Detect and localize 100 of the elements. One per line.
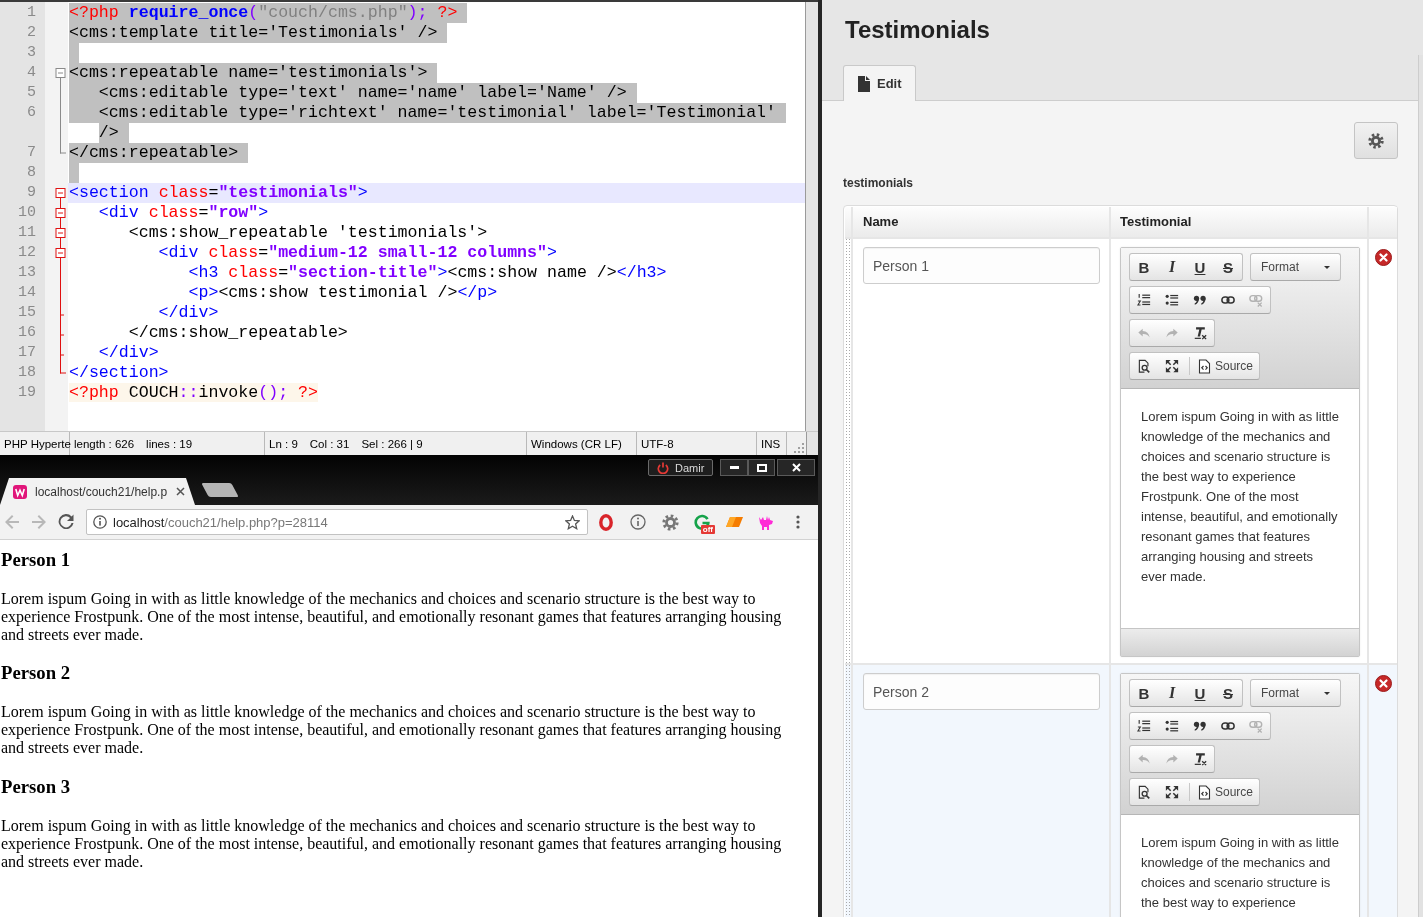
format-dropdown[interactable]: Format [1250,679,1341,707]
strikethrough-button[interactable]: S [1214,680,1242,706]
underline-button[interactable]: U [1186,680,1214,706]
rich-text-editor[interactable]: B I U S Format Source Lorem ispum Going in with as little knowledge of the mechanics and choices and scenario structure is the best way to experience [1120,673,1360,917]
code-line: <?php COUCH::invoke(); ?> [69,383,318,403]
fold-minus-icon[interactable] [55,203,66,223]
status-text: lines : 19 [146,437,193,450]
line-number: 14 [18,284,36,301]
testimonial-text: Lorem ispum Going in with as little knowledge of the mechanics and choices and scenario structure is the best way to experience Frostpunk. One of the most intense, beautiful, and emotionally resonant games that features arranging housing and streets ever made. [1141,408,1340,586]
status-text: INS [761,437,781,450]
bulleted-list-icon [1165,719,1179,733]
browser-tab[interactable]: localhost/couch21/help.p [0,478,195,505]
line-number: 8 [27,164,36,181]
close-button[interactable] [777,459,815,476]
status-text: Ln : 9 [269,437,298,450]
line-number: 11 [18,224,36,241]
rich-text-editor[interactable] [1120,247,1360,657]
page-heading: Person 1 [1,549,72,571]
reload-icon [58,514,74,530]
testimonial-text: Lorem ispum Going in with as little knowledge of the mechanics and choices and scenario structure is the best way to experience [1141,834,1340,912]
line-number: 15 [18,304,36,321]
code-line: </section> [69,363,169,383]
maximize-icon [1165,785,1179,799]
maximize-icon [756,463,767,472]
minimize-button[interactable] [720,459,748,476]
page-paragraph: Lorem ispum Going in with as little knowledge of the mechanics and choices and scenario structure is the best way to experience Frostpunk. One of the most intense, beautiful, and emotionally resonant games that features arranging housing and streets ever made. [1,589,783,644]
gear-icon[interactable] [661,513,679,531]
link-icon [1221,719,1235,733]
source-icon [1198,358,1211,374]
code-line: </div> [97,343,159,363]
remove-format-icon [1193,752,1207,766]
status-text: Col : 31 [309,437,350,450]
source-button[interactable]: Source [1193,779,1260,805]
line-number: 5 [27,84,36,101]
new-tab-button[interactable] [201,483,239,497]
delete-icon[interactable] [1375,675,1392,692]
delete-icon[interactable] [1375,249,1392,266]
preview-icon [1137,359,1151,373]
menu-icon[interactable] [796,515,800,529]
line-number: 18 [18,364,36,381]
resize-grip-icon[interactable] [794,443,804,453]
power-icon [657,461,669,474]
back-arrow-icon [4,514,20,530]
bookmark-star-icon[interactable] [565,514,580,530]
source-icon [1198,784,1211,800]
status-text: UTF-8 [641,437,674,450]
code-line: <h3 class="section-title"><cms:show name /></h3> [187,263,667,283]
address-bar[interactable]: localhost/couch21/help.php?p=28114 [86,509,588,535]
maximize-button[interactable] [748,459,775,476]
italic-button[interactable]: I [1158,254,1186,280]
caret-icon [1324,691,1330,695]
name-input[interactable]: Person 2 [863,673,1100,710]
edit-tab[interactable]: Edit [843,65,916,101]
italic-button[interactable]: I [1158,680,1186,706]
line-number: 12 [18,244,36,261]
line-number: 16 [18,324,36,341]
scrollbar[interactable] [1418,55,1423,917]
info-icon [93,515,107,529]
source-button[interactable]: Source [1193,353,1260,379]
code-line: <div class="row"> [97,203,269,223]
line-number: 6 [27,104,36,121]
fold-minus-icon[interactable] [55,68,66,83]
underline-button[interactable]: U [1186,254,1214,280]
ring-icon[interactable] [599,513,613,531]
numbered-list-icon [1137,293,1151,307]
strikethrough-button[interactable]: S [1214,254,1242,280]
drag-column-header [845,207,851,237]
link-icon [1221,293,1235,307]
close-icon[interactable] [176,487,185,496]
field-label: testimonials [843,176,915,190]
status-text: PHP Hyperte [4,437,71,450]
line-number: 2 [27,24,36,41]
status-text: Windows (CR LF) [531,437,622,450]
line-number: 7 [27,144,36,161]
drag-handle[interactable] [845,239,851,663]
forward-arrow-icon [31,514,47,530]
bold-button[interactable]: B [1130,254,1158,280]
fold-minus-icon[interactable] [55,223,66,243]
code-line: <cms:show_repeatable 'testimonials'> [127,223,488,243]
numbered-list-icon [1137,719,1151,733]
caret-icon [1324,265,1330,269]
line-number: 10 [18,204,36,221]
line-number: 13 [18,264,36,281]
format-dropdown[interactable]: Format [1250,253,1341,281]
bold-button[interactable]: B [1130,680,1158,706]
info-icon[interactable] [630,514,646,530]
name-input[interactable]: Person 1 [863,247,1100,284]
page-heading: Person 3 [1,775,72,798]
close-icon [791,463,801,472]
fold-minus-icon[interactable] [55,188,66,203]
unlink-icon [1249,719,1263,733]
maximize-icon [1165,359,1179,373]
unlink-icon [1249,293,1263,307]
settings-icon [1368,132,1384,149]
fold-minus-icon[interactable] [55,243,66,263]
code-line: </cms:show_repeatable> [127,323,348,343]
line-number: 4 [27,64,36,81]
profile-button[interactable]: Damir [648,459,713,476]
code-line: <p><cms:show testimonial /></p> [187,283,498,303]
settings-button[interactable] [1354,122,1398,159]
